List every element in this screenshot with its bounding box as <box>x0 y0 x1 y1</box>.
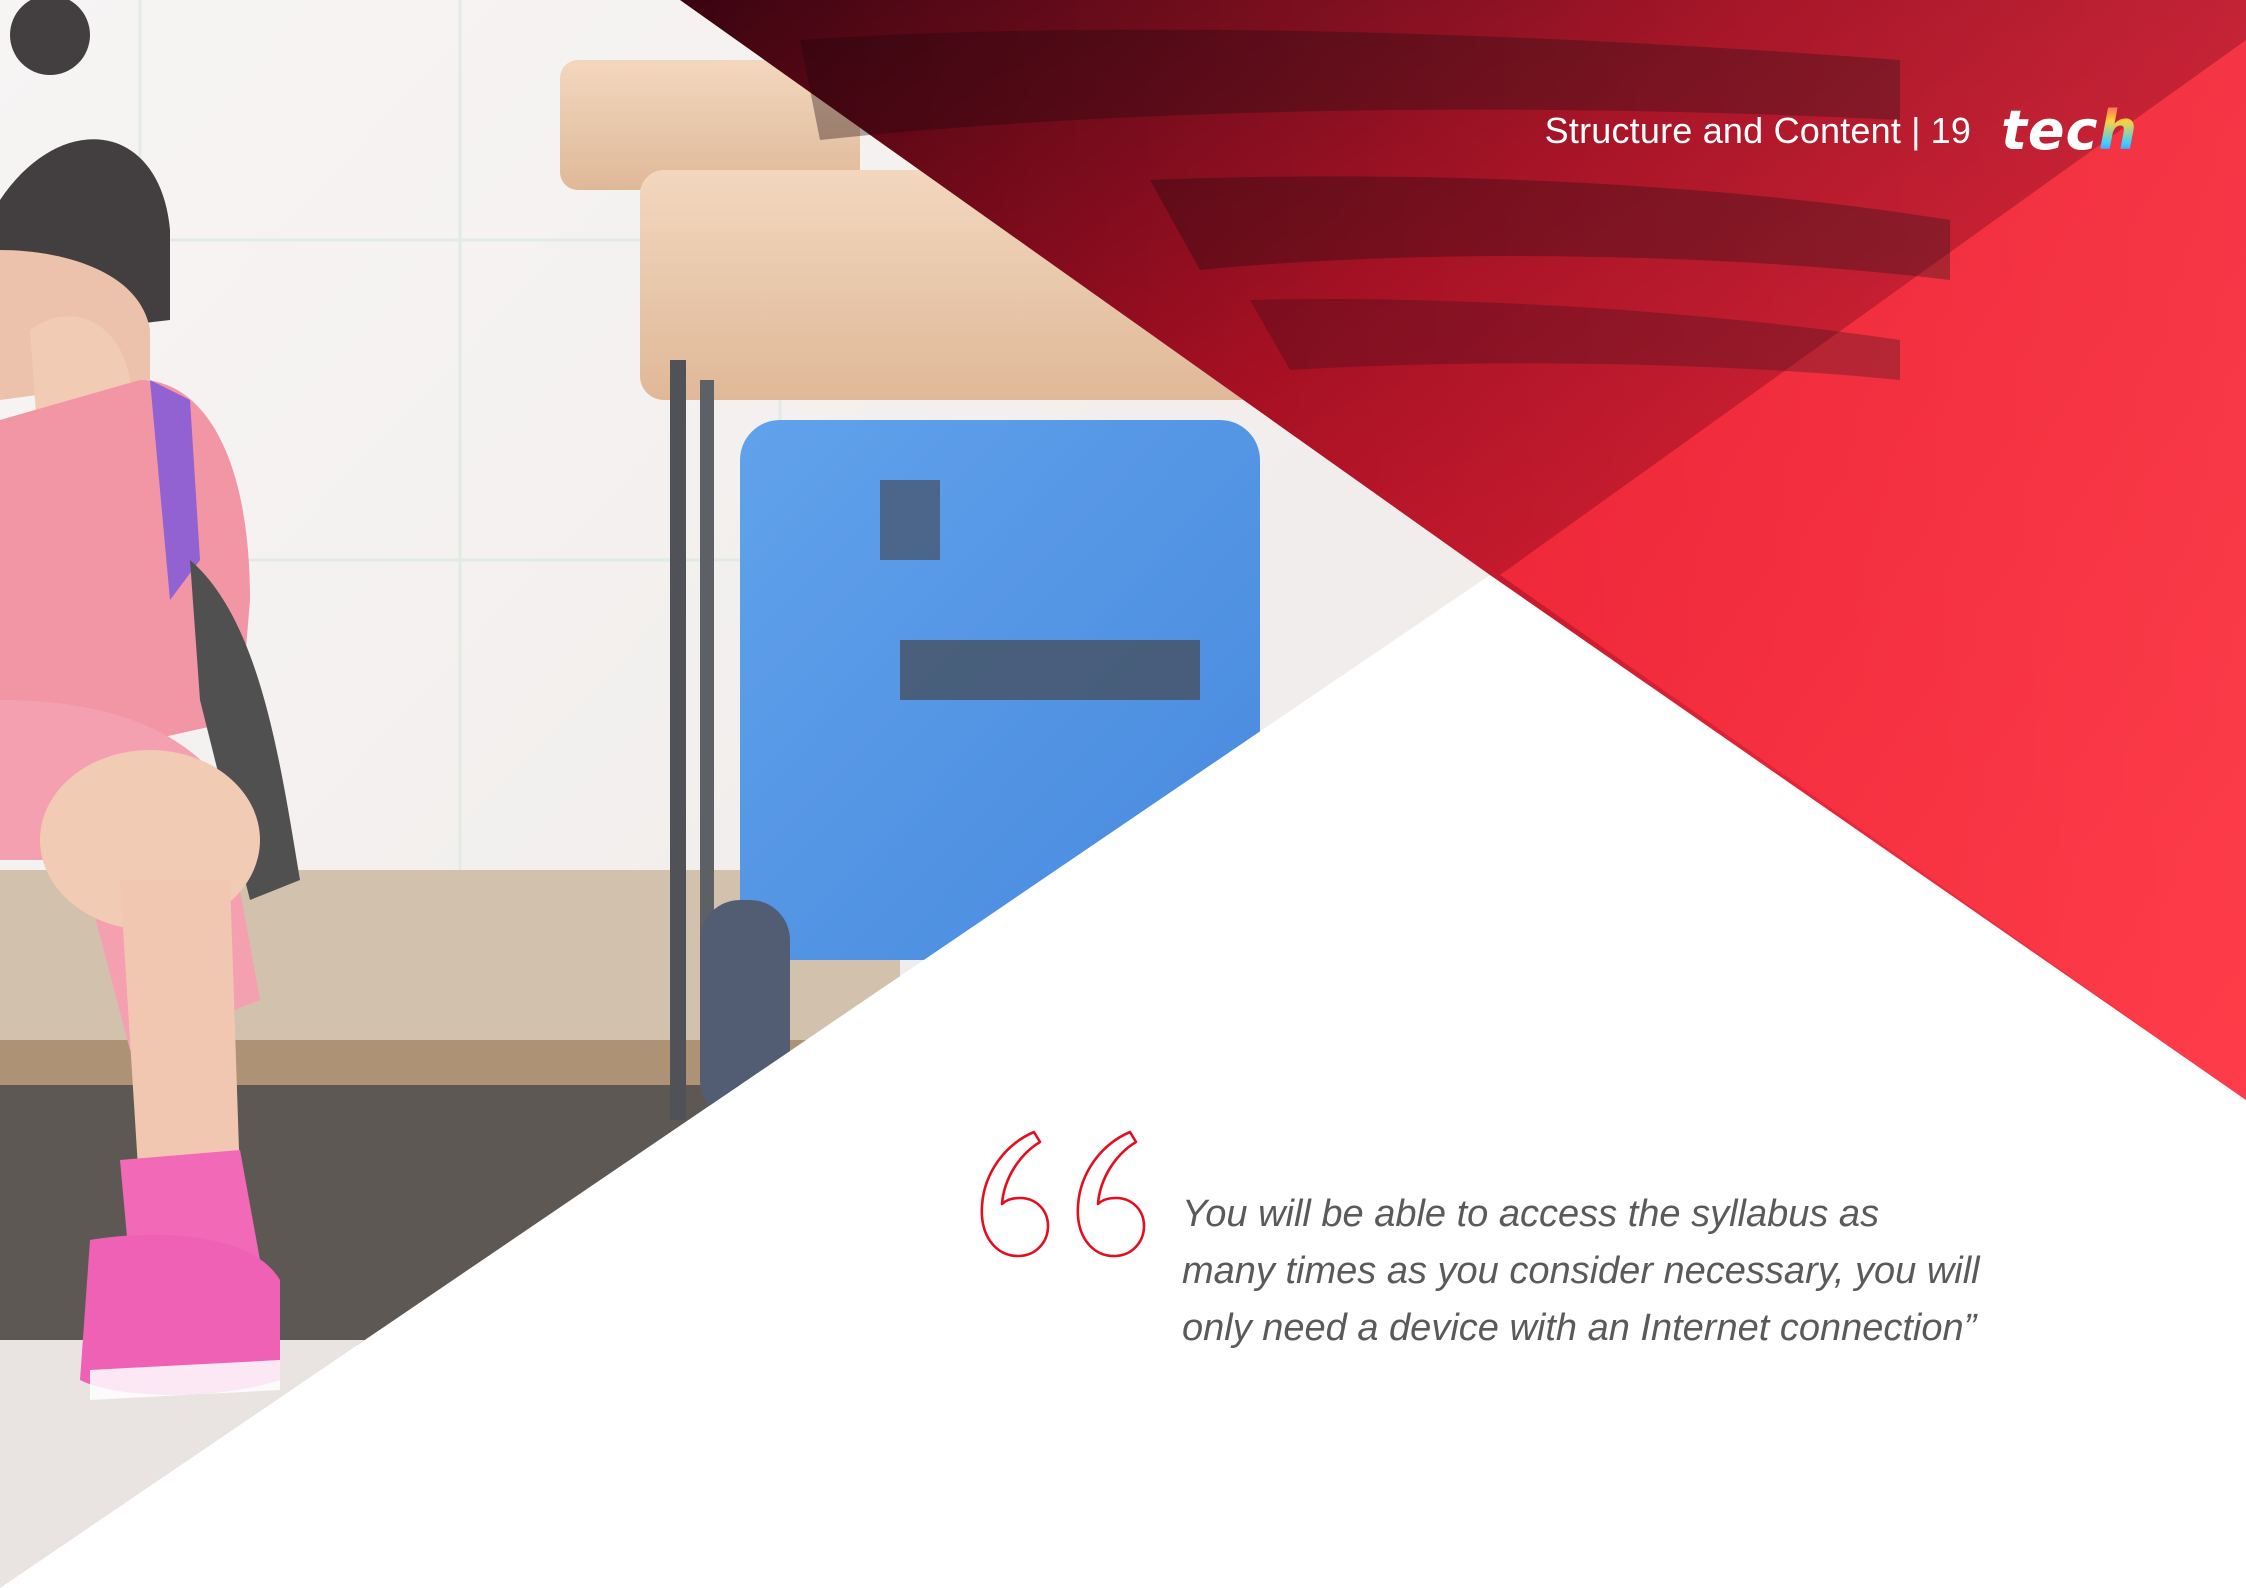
tech-logo: tech <box>2001 104 2138 158</box>
page-number: 19 <box>1930 110 1972 151</box>
logo-text-main: tec <box>2001 99 2099 162</box>
section-heading: Structure and Content | 19 <box>1545 110 1971 152</box>
quote-line-3: only need a device with an Internet conn… <box>1182 1307 1977 1349</box>
testimonial-quote: You will be able to access the syllabus … <box>1182 1186 2002 1357</box>
header-separator: | <box>1911 110 1921 151</box>
brochure-page: Structure and Content | 19 tech You will b… <box>0 0 2246 1588</box>
quote-line-2: many times as you consider necessary, yo… <box>1182 1250 1980 1292</box>
page-header: Structure and Content | 19 tech <box>1545 104 2138 158</box>
section-title: Structure and Content <box>1544 110 1902 151</box>
quote-line-1: You will be able to access the syllabus … <box>1182 1193 1880 1235</box>
quote-mark-icon <box>980 1130 1146 1258</box>
logo-text-accent: h <box>2098 99 2138 162</box>
